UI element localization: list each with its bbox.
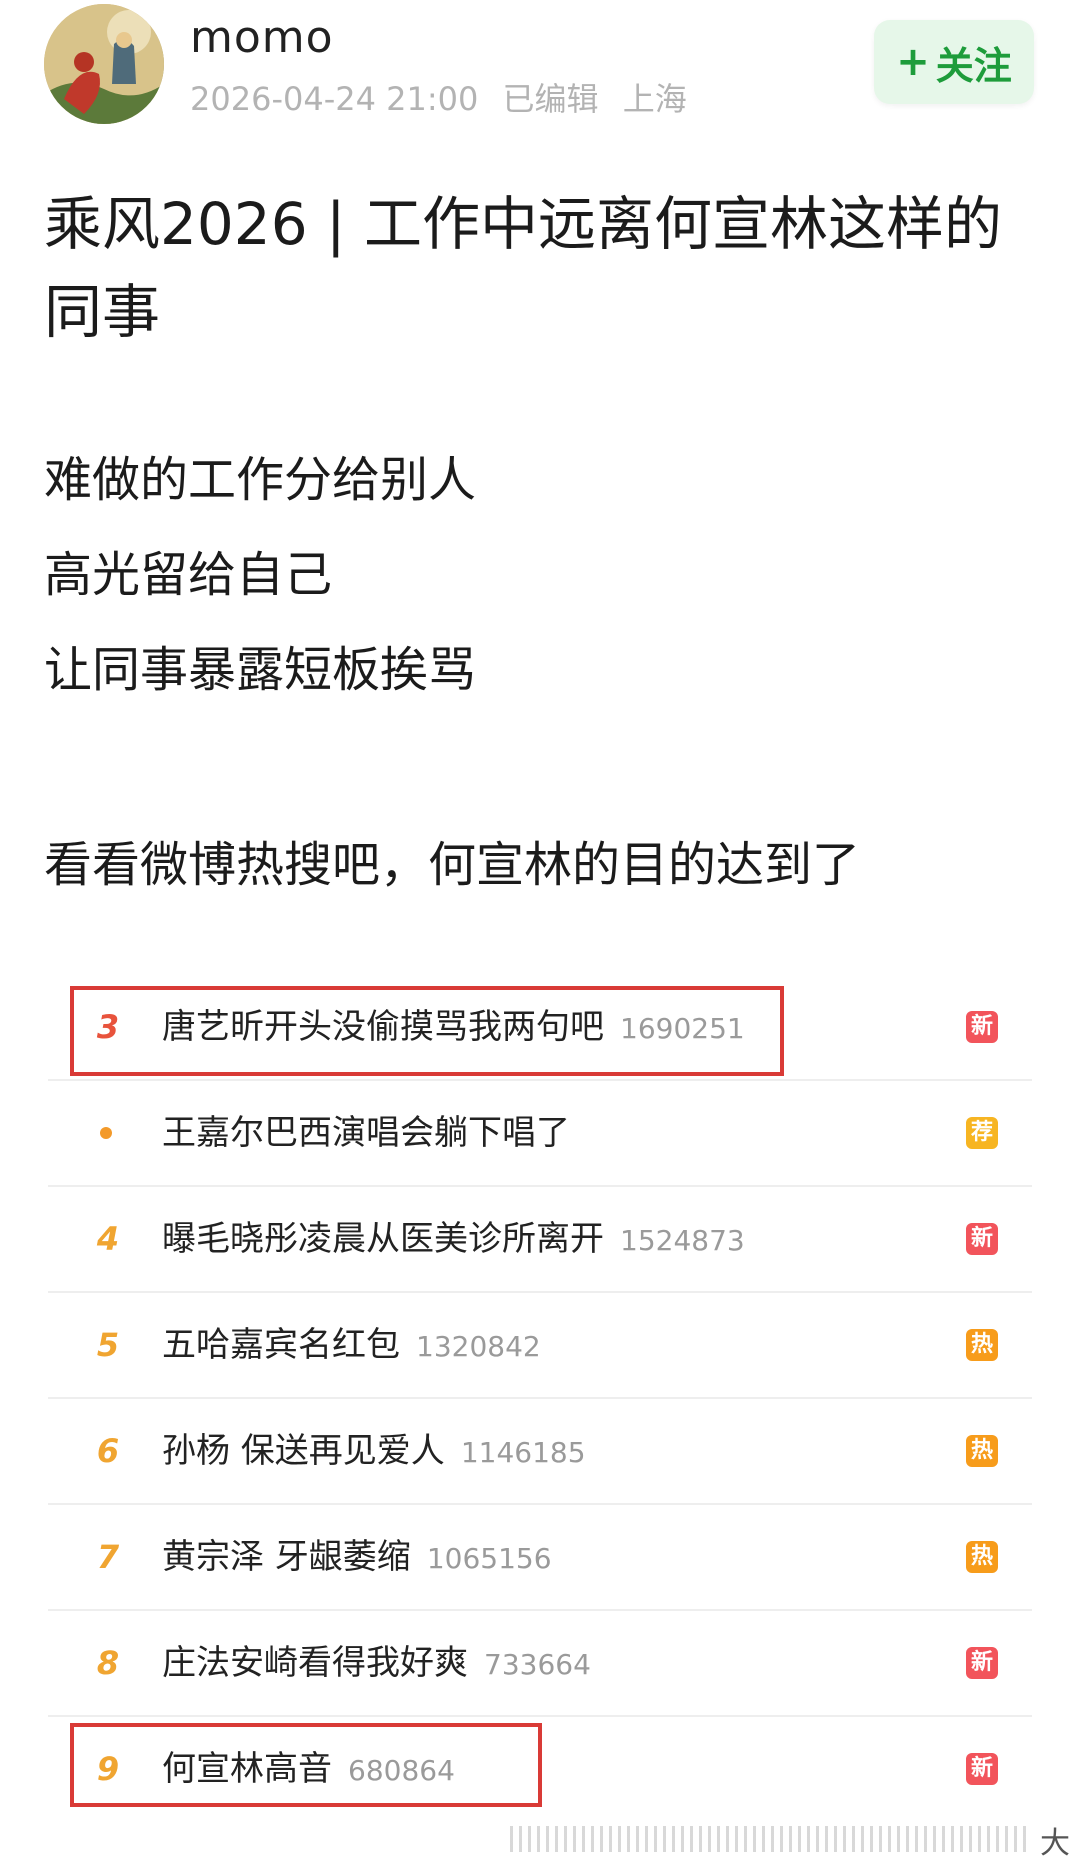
new-badge-icon: 新 [966, 1011, 998, 1043]
topic-text: 五哈嘉宾名红包 [162, 1325, 400, 1365]
heat-count: 1524873 [620, 1224, 745, 1257]
heat-count: 1065156 [426, 1542, 552, 1575]
heat-count: 1320842 [416, 1330, 541, 1363]
new-badge-icon: 新 [966, 1753, 998, 1785]
new-badge-icon: 新 [966, 1647, 998, 1679]
topic-text: 王嘉尔巴西演唱会躺下唱了 [162, 1113, 570, 1153]
rank-number: 6 [96, 1432, 120, 1470]
hot-search-row[interactable]: 6 孙杨 保送再见爱人 1146185 热 [48, 1399, 1032, 1505]
post-title: 乘风2026 | 工作中远离何宣林这样的同事 [44, 190, 1003, 346]
avatar-illustration-icon [44, 4, 164, 124]
hot-search-row[interactable]: 5 五哈嘉宾名红包 1320842 热 [48, 1293, 1032, 1399]
rank-number: 5 [96, 1326, 120, 1364]
promoted-dot-icon [100, 1127, 112, 1139]
hot-topic: 孙杨 保送再见爱人 1146185 [162, 1399, 586, 1503]
hot-topic: 五哈嘉宾名红包 1320842 [162, 1293, 541, 1397]
hot-search-list: 3 唐艺昕开头没偷摸骂我两句吧 1690251 新 王嘉尔巴西演唱会躺下唱了 荐 … [48, 975, 1032, 1821]
body-line-2: 高光留给自己 [44, 547, 333, 603]
avatar[interactable] [44, 4, 164, 124]
post-location: 上海 [622, 80, 687, 118]
hot-topic: 王嘉尔巴西演唱会躺下唱了 [162, 1081, 570, 1185]
watermark-strip [510, 1826, 1030, 1852]
hot-topic: 黄宗泽 牙龈萎缩 1065156 [162, 1505, 552, 1609]
hot-badge-icon: 热 [966, 1541, 998, 1573]
plus-icon: + [896, 39, 930, 85]
rank-number: 8 [96, 1644, 120, 1682]
watermark-glyph: 大 [1040, 1826, 1070, 1861]
heat-count: 733664 [484, 1648, 591, 1681]
hot-badge-icon: 热 [966, 1329, 998, 1361]
topic-text: 庄法安崎看得我好爽 [162, 1643, 468, 1683]
edited-label: 已编辑 [502, 80, 599, 118]
follow-button[interactable]: + 关注 [874, 20, 1034, 104]
body-comment: 看看微博热搜吧，何宣林的目的达到了 [44, 837, 861, 893]
hot-search-row[interactable]: 7 黄宗泽 牙龈萎缩 1065156 热 [48, 1505, 1032, 1611]
body-line-1: 难做的工作分给别人 [44, 452, 477, 508]
topic-text: 曝毛晓彤凌晨从医美诊所离开 [162, 1219, 604, 1259]
highlight-box-rank-3 [70, 986, 784, 1076]
rank-number: 4 [96, 1220, 120, 1258]
post-time: 2026-04-24 21:00 [190, 80, 479, 118]
heat-count: 1146185 [460, 1436, 586, 1469]
hot-search-row[interactable]: 王嘉尔巴西演唱会躺下唱了 荐 [48, 1081, 1032, 1187]
hot-badge-icon: 热 [966, 1435, 998, 1467]
highlight-box-rank-9 [70, 1723, 542, 1807]
body-line-3: 让同事暴露短板挨骂 [44, 642, 477, 698]
hot-search-row[interactable]: 8 庄法安崎看得我好爽 733664 新 [48, 1611, 1032, 1717]
follow-label: 关注 [935, 43, 1012, 88]
hot-topic: 庄法安崎看得我好爽 733664 [162, 1611, 591, 1715]
topic-text: 黄宗泽 牙龈萎缩 [162, 1537, 411, 1577]
recommend-badge-icon: 荐 [966, 1117, 998, 1149]
post-meta: 2026-04-24 21:00 已编辑 上海 [190, 74, 701, 120]
new-badge-icon: 新 [966, 1223, 998, 1255]
hot-topic: 曝毛晓彤凌晨从医美诊所离开 1524873 [162, 1187, 745, 1291]
username[interactable]: momo [190, 12, 334, 63]
topic-text: 孙杨 保送再见爱人 [162, 1431, 445, 1471]
hot-search-row[interactable]: 4 曝毛晓彤凌晨从医美诊所离开 1524873 新 [48, 1187, 1032, 1293]
rank-number: 7 [96, 1538, 120, 1576]
